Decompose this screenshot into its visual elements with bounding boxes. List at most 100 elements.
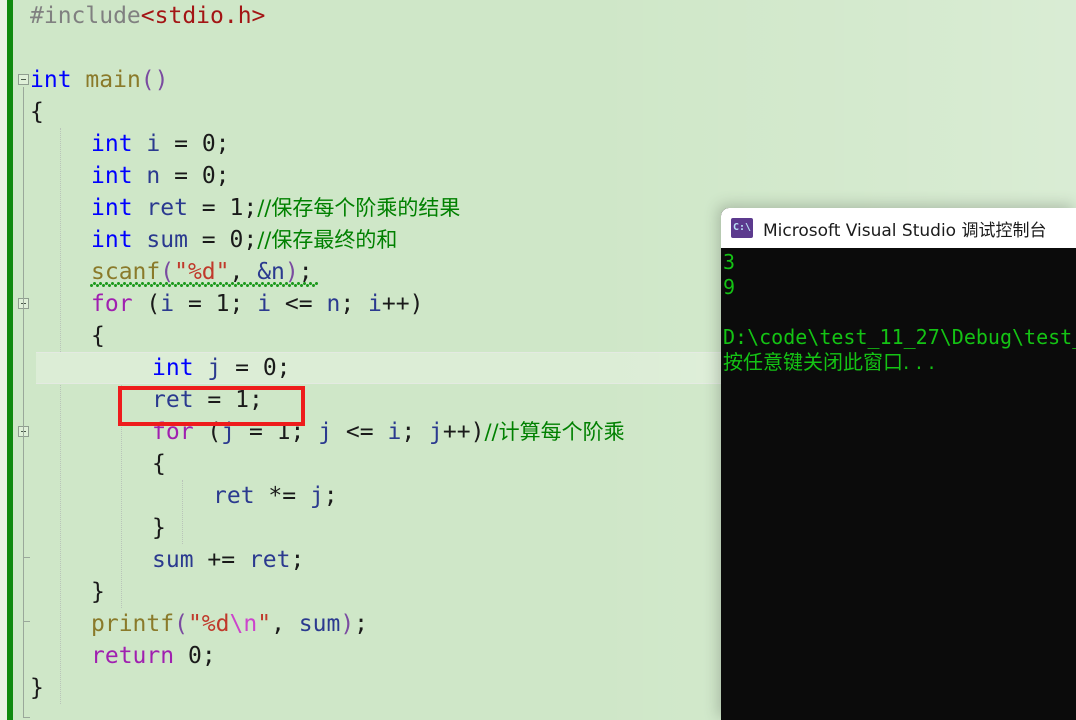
indent-guide xyxy=(60,128,61,704)
code-token: //保存最终的和 xyxy=(257,228,398,252)
code-token: = xyxy=(187,195,230,221)
code-token: j xyxy=(318,419,333,445)
code-token: { xyxy=(91,323,105,349)
indent-guide xyxy=(182,480,183,544)
code-token: } xyxy=(30,675,44,701)
code-token: += xyxy=(193,547,249,573)
fold-region-end-tick xyxy=(23,621,30,622)
code-line[interactable]: sum += ret; xyxy=(152,544,304,576)
code-line[interactable]: } xyxy=(30,672,44,704)
console-title-bar[interactable]: C:\ Microsoft Visual Studio 调试控制台 xyxy=(721,208,1076,248)
code-token: ( xyxy=(132,291,161,317)
code-line[interactable]: } xyxy=(152,512,166,544)
code-token: int xyxy=(91,227,133,253)
code-token: sum xyxy=(152,547,194,573)
code-token: printf xyxy=(91,611,175,637)
code-token: ; xyxy=(340,291,369,317)
console-output-area[interactable]: 3 9 D:\code\test_11_27\Debug\test_ 按任意键关闭此窗… xyxy=(721,248,1076,720)
code-token: int xyxy=(152,355,194,381)
code-token: <= xyxy=(271,291,327,317)
console-icon-label: C:\ xyxy=(732,222,752,233)
code-line[interactable]: int ret = 1;//保存每个阶乘的结果 xyxy=(91,192,460,224)
code-line[interactable]: { xyxy=(152,448,166,480)
code-token: { xyxy=(152,451,166,477)
code-line[interactable]: { xyxy=(30,96,44,128)
code-line[interactable]: int sum = 0;//保存最终的和 xyxy=(91,224,397,256)
debug-console-window[interactable]: C:\ Microsoft Visual Studio 调试控制台 3 9 D:\c… xyxy=(721,208,1076,720)
code-line[interactable]: for (i = 1; i <= n; i++) xyxy=(91,288,423,320)
code-token: i xyxy=(368,291,382,317)
code-token: ; xyxy=(215,131,230,157)
code-token: \n xyxy=(229,611,258,637)
code-line[interactable]: printf("%d\n", sum); xyxy=(91,608,368,640)
code-line[interactable]: int main() xyxy=(30,64,169,96)
code-token: ret xyxy=(248,547,291,573)
code-token: 0 xyxy=(229,227,244,253)
code-token: = xyxy=(221,355,263,381)
code-token: int xyxy=(91,163,133,189)
code-token: n xyxy=(146,163,161,189)
code-line[interactable]: ret *= j; xyxy=(213,480,338,512)
code-token: , xyxy=(271,611,299,637)
code-line[interactable]: int n = 0; xyxy=(91,160,230,192)
code-token: ret xyxy=(146,195,188,221)
code-token: j xyxy=(207,355,222,381)
code-token: sum xyxy=(146,227,188,253)
code-token: <= xyxy=(332,419,388,445)
code-token: ; xyxy=(401,419,430,445)
code-line[interactable]: #include<stdio.h> xyxy=(30,0,265,32)
console-output-line: D:\code\test_11_27\Debug\test_ xyxy=(723,325,1076,349)
code-token: //计算每个阶乘 xyxy=(484,420,625,444)
code-token: ) xyxy=(340,611,355,637)
console-app-icon: C:\ xyxy=(731,218,753,238)
warning-squiggle xyxy=(90,282,318,287)
code-token: = xyxy=(174,291,216,317)
unsaved-change-bar xyxy=(7,0,13,720)
console-title-text: Microsoft Visual Studio 调试控制台 xyxy=(763,220,1047,241)
code-token: return xyxy=(91,643,175,669)
code-token: } xyxy=(152,515,166,541)
code-token: ; xyxy=(229,291,258,317)
code-line[interactable]: { xyxy=(91,320,105,352)
code-line[interactable]: int j = 0; xyxy=(152,352,291,384)
code-token: { xyxy=(30,99,44,125)
code-token: 0 xyxy=(201,163,216,189)
screen-root: #include<stdio.h> int main(){int i = 0; in… xyxy=(0,0,1076,720)
code-token: = xyxy=(160,131,202,157)
code-token: i xyxy=(257,291,272,317)
code-token: i xyxy=(146,131,161,157)
code-token: int xyxy=(30,67,72,93)
console-output-line: 3 xyxy=(723,250,736,274)
code-token: () xyxy=(140,67,169,93)
code-line[interactable]: int i = 0; xyxy=(91,128,230,160)
code-token: 0 xyxy=(201,131,216,157)
fold-region-end-tick xyxy=(23,557,30,558)
code-token: main xyxy=(85,67,141,93)
code-token: ; xyxy=(243,195,258,221)
fold-region-end-tick xyxy=(23,717,30,718)
code-token: sum xyxy=(298,611,341,637)
code-token: 0 xyxy=(187,643,202,669)
code-token: = xyxy=(187,227,230,253)
code-line[interactable]: } xyxy=(91,576,105,608)
code-token: = xyxy=(160,163,202,189)
code-token: //保存每个阶乘的结果 xyxy=(257,196,461,220)
fold-toggle-icon[interactable] xyxy=(18,74,29,85)
code-token: ; xyxy=(290,547,305,573)
red-highlight-box xyxy=(118,386,305,426)
code-token: for xyxy=(91,291,133,317)
code-token: int xyxy=(91,131,133,157)
code-line[interactable]: return 0; xyxy=(91,640,216,672)
code-token: j xyxy=(429,419,443,445)
fold-region-line xyxy=(23,439,24,557)
console-output-line: 9 xyxy=(723,275,736,299)
code-token: 1 xyxy=(229,195,244,221)
code-token: ; xyxy=(323,483,338,509)
code-token: " xyxy=(257,611,272,637)
